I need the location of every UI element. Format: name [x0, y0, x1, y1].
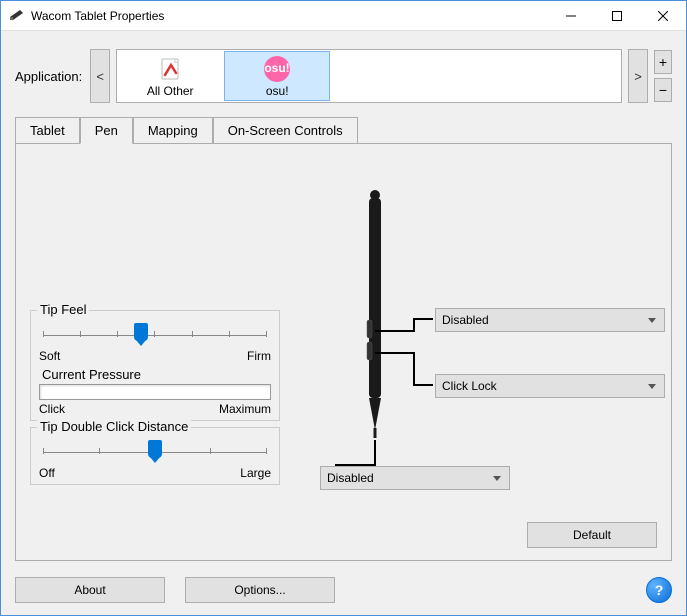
pen-tab-panel: Tip Feel Soft Firm Current Pressure [15, 143, 672, 561]
tabs: Tablet Pen Mapping On-Screen Controls Ti… [15, 117, 672, 561]
dblclick-min: Off [39, 466, 55, 480]
tip-double-click-label: Tip Double Click Distance [37, 419, 191, 434]
tab-on-screen-controls[interactable]: On-Screen Controls [213, 117, 358, 143]
upper-pen-button-combo[interactable]: Disabled [435, 308, 665, 332]
svg-text:osu!: osu! [265, 61, 290, 75]
tip-double-click-group: Tip Double Click Distance Off Large [30, 427, 280, 485]
tab-strip: Tablet Pen Mapping On-Screen Controls [15, 117, 672, 143]
close-button[interactable] [640, 1, 686, 31]
app-icon [9, 6, 25, 25]
tip-feel-label: Tip Feel [37, 302, 89, 317]
app-item-all-other[interactable]: All Other [117, 50, 223, 102]
maximize-button[interactable] [594, 1, 640, 31]
tab-tablet[interactable]: Tablet [15, 117, 80, 143]
tip-feel-thumb[interactable] [134, 323, 148, 341]
current-pressure-label: Current Pressure [39, 367, 271, 382]
window: Wacom Tablet Properties Application: < A… [0, 0, 687, 616]
titlebar: Wacom Tablet Properties [1, 1, 686, 31]
application-selector: Application: < All Other osu! osu! > [15, 49, 672, 103]
app-item-label: All Other [147, 84, 194, 98]
about-button[interactable]: About [15, 577, 165, 603]
tab-mapping[interactable]: Mapping [133, 117, 213, 143]
content-area: Application: < All Other osu! osu! > [1, 31, 686, 571]
add-application-button[interactable]: + [654, 50, 672, 74]
app-item-osu[interactable]: osu! osu! [224, 51, 330, 101]
application-label: Application: [15, 69, 82, 84]
minimize-button[interactable] [548, 1, 594, 31]
footer: About Options... ? [1, 571, 686, 615]
remove-application-button[interactable]: − [654, 78, 672, 102]
pressure-max: Maximum [219, 402, 271, 416]
pen-illustration [360, 190, 390, 450]
app-item-label: osu! [266, 84, 289, 98]
pen-tip-combo[interactable]: Disabled [320, 466, 510, 490]
left-column: Tip Feel Soft Firm Current Pressure [30, 160, 280, 548]
tip-double-click-thumb[interactable] [148, 440, 162, 458]
tip-feel-min: Soft [39, 349, 60, 363]
tip-double-click-slider[interactable] [39, 438, 271, 466]
pressure-min: Click [39, 402, 65, 416]
options-button[interactable]: Options... [185, 577, 335, 603]
tip-feel-slider[interactable] [39, 321, 271, 349]
dblclick-max: Large [240, 466, 271, 480]
lower-pen-button-combo[interactable]: Click Lock [435, 374, 665, 398]
app-scroll-left-button[interactable]: < [90, 49, 110, 103]
tip-feel-group: Tip Feel Soft Firm Current Pressure [30, 310, 280, 421]
help-button[interactable]: ? [646, 577, 672, 603]
window-title: Wacom Tablet Properties [31, 9, 548, 23]
tip-feel-max: Firm [247, 349, 271, 363]
osu-icon: osu! [263, 55, 291, 83]
current-pressure-bar [39, 384, 271, 400]
tab-pen[interactable]: Pen [80, 117, 133, 144]
default-button[interactable]: Default [527, 522, 657, 548]
app-scroll-right-button[interactable]: > [628, 49, 648, 103]
right-column: Disabled Click Lock Disabled Default [280, 160, 657, 548]
generic-app-icon [156, 55, 184, 83]
application-list: All Other osu! osu! [116, 49, 622, 103]
